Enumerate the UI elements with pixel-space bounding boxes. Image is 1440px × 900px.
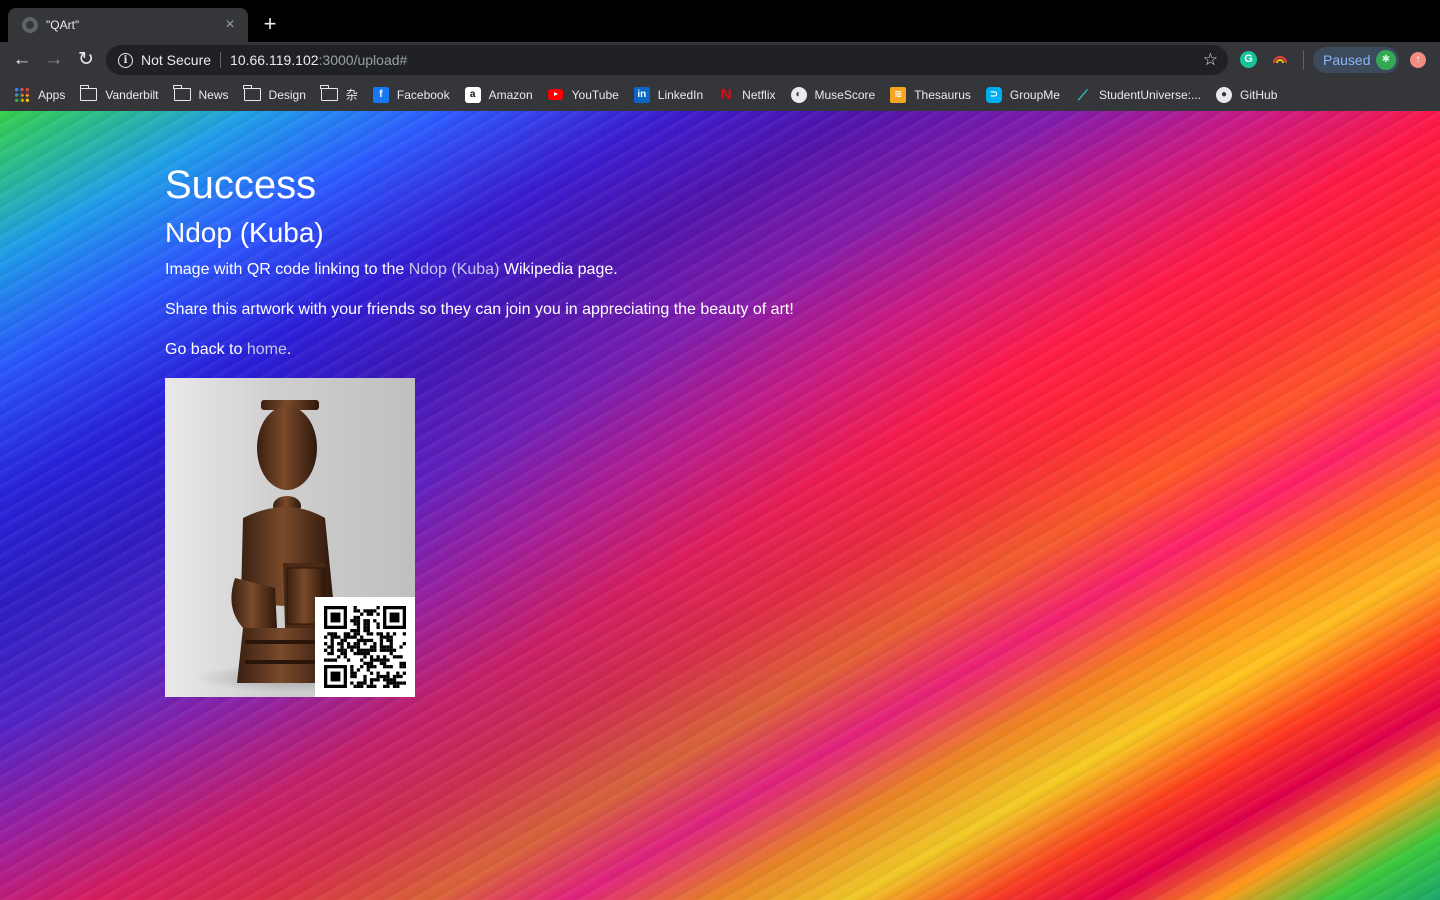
- folder-icon: [243, 85, 261, 101]
- folder-icon: [320, 85, 338, 101]
- caption-prefix: Image with QR code linking to the: [165, 261, 409, 278]
- page-background: Success Ndop (Kuba) Image with QR code l…: [0, 111, 1440, 900]
- groupme-icon: ⊃: [985, 86, 1002, 103]
- bookmark-item[interactable]: News: [173, 85, 229, 102]
- url-host[interactable]: 10.66.119.102: [230, 52, 319, 68]
- back-prefix: Go back to: [165, 341, 247, 358]
- back-button[interactable]: ←: [10, 48, 34, 72]
- security-label[interactable]: Not Secure: [141, 52, 211, 68]
- address-bar[interactable]: i Not Secure 10.66.119.102:3000/upload# …: [106, 45, 1228, 75]
- apps-grid-icon: [14, 86, 30, 103]
- bookmark-label: News: [198, 87, 229, 102]
- profile-status-label: Paused: [1323, 52, 1371, 68]
- back-text: Go back to home.: [165, 341, 291, 359]
- bookmark-star-icon[interactable]: ☆: [1203, 48, 1218, 72]
- bookmark-item[interactable]: N Netflix: [718, 85, 776, 103]
- bookmark-item[interactable]: Apps: [14, 86, 66, 103]
- bookmark-label: GitHub: [1240, 87, 1278, 102]
- update-arrow-icon[interactable]: ↑: [1410, 52, 1426, 68]
- bookmark-label: Design: [268, 87, 306, 102]
- studentuniverse-icon: ⟋: [1078, 86, 1088, 103]
- bookmark-label: LinkedIn: [657, 87, 704, 102]
- profile-button[interactable]: Paused ✱: [1313, 47, 1399, 73]
- grammarly-extension-icon[interactable]: G: [1240, 51, 1257, 68]
- rainbow-extension-icon[interactable]: [1272, 54, 1288, 64]
- bookmark-item[interactable]: f Facebook: [372, 86, 450, 103]
- new-tab-button[interactable]: +: [258, 12, 282, 36]
- bookmark-label: Vanderbilt: [105, 87, 159, 102]
- bookmark-item[interactable]: Vanderbilt: [79, 85, 159, 102]
- bookmark-label: Facebook: [396, 87, 450, 102]
- facebook-icon: f: [372, 86, 389, 103]
- qr-code: [315, 597, 415, 697]
- avatar: ✱: [1376, 50, 1396, 70]
- globe-icon: [22, 17, 38, 33]
- toolbar-divider: [1303, 50, 1304, 70]
- page-title: Success: [165, 163, 317, 207]
- reload-button[interactable]: ↻: [74, 48, 98, 72]
- info-icon[interactable]: i: [118, 52, 133, 68]
- youtube-icon: [547, 87, 564, 103]
- caption-text: Image with QR code linking to the Ndop (…: [165, 261, 618, 279]
- bookmark-item[interactable]: in LinkedIn: [633, 86, 704, 103]
- bookmark-item[interactable]: YouTube: [547, 87, 619, 103]
- bookmark-item[interactable]: ⊃ GroupMe: [985, 86, 1060, 103]
- forward-button[interactable]: →: [42, 48, 66, 72]
- bookmark-item[interactable]: ◐ MuseScore: [790, 86, 876, 103]
- url-path[interactable]: :3000/upload#: [319, 52, 408, 68]
- bookmark-item[interactable]: ≋ Thesaurus: [890, 86, 971, 103]
- bookmark-label: MuseScore: [814, 87, 876, 102]
- bookmark-label: GroupMe: [1009, 87, 1060, 102]
- bookmark-item[interactable]: ⟋ StudentUniverse:...: [1075, 87, 1201, 103]
- netflix-icon: N: [720, 85, 732, 103]
- linkedin-icon: in: [633, 86, 650, 103]
- amazon-icon: a: [464, 86, 481, 103]
- bookmark-label: Amazon: [488, 87, 533, 102]
- bookmark-item[interactable]: a Amazon: [464, 86, 533, 103]
- browser-tab[interactable]: "QArt" ×: [8, 8, 248, 42]
- bookmark-item[interactable]: ● GitHub: [1216, 86, 1278, 103]
- folder-icon: [79, 85, 98, 101]
- musescore-icon: ◐: [790, 86, 807, 103]
- divider: [220, 52, 222, 68]
- bookmark-item[interactable]: Design: [243, 85, 306, 102]
- browser-toolbar: ← → ↻ i Not Secure 10.66.119.102:3000/up…: [0, 42, 1440, 78]
- caption-suffix: Wikipedia page.: [499, 261, 618, 278]
- qr-code-pattern: [324, 606, 406, 688]
- bookmark-label: Netflix: [742, 87, 776, 102]
- artwork-qr-image: [165, 378, 415, 697]
- github-icon: ●: [1216, 86, 1233, 103]
- bookmark-label: YouTube: [571, 87, 619, 102]
- bookmark-item[interactable]: 杂: [320, 85, 358, 103]
- tab-strip: "QArt" × +: [0, 0, 1440, 42]
- folder-icon: [173, 85, 191, 101]
- bookmark-label: 杂: [345, 88, 358, 102]
- close-tab-icon[interactable]: ×: [222, 17, 238, 33]
- bookmark-label: Thesaurus: [914, 87, 971, 102]
- share-text: Share this artwork with your friends so …: [165, 301, 794, 318]
- thesaurus-icon: ≋: [890, 86, 907, 103]
- tab-title: "QArt": [46, 18, 80, 32]
- bookmark-label: Apps: [38, 87, 66, 102]
- bookmark-label: StudentUniverse:...: [1098, 87, 1202, 102]
- home-link[interactable]: home: [247, 341, 287, 358]
- back-suffix: .: [286, 341, 292, 358]
- bookmarks-bar: Apps Vanderbilt News Design 杂 f Facebook a Amazo…: [0, 78, 1440, 111]
- artwork-title: Ndop (Kuba): [165, 217, 324, 248]
- wikipedia-link[interactable]: Ndop (Kuba): [409, 261, 500, 278]
